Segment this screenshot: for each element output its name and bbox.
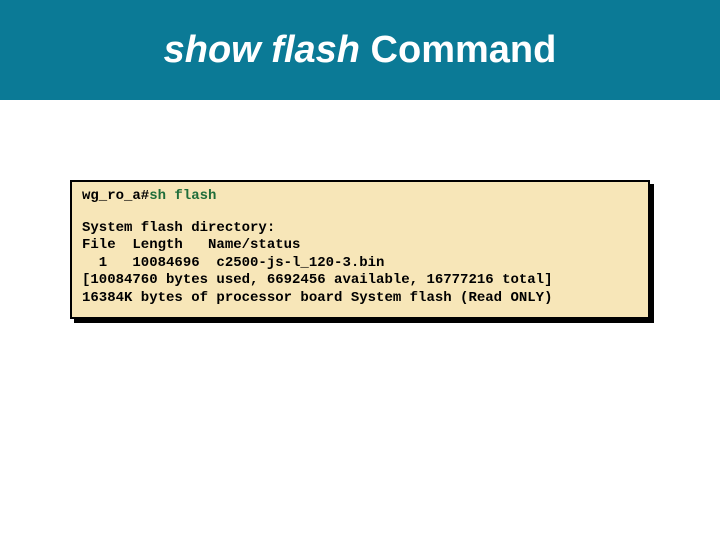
blank-line <box>82 206 638 220</box>
output-line: System flash directory: <box>82 220 275 236</box>
prompt-line: wg_ro_a#sh flash <box>82 188 638 206</box>
output-line: 1 10084696 c2500-js-l_120-3.bin <box>82 255 384 271</box>
terminal-output: wg_ro_a#sh flashSystem flash directory: … <box>70 180 650 319</box>
title-command: show flash <box>164 29 360 71</box>
title-word: Command <box>360 29 556 71</box>
output-line: [10084760 bytes used, 6692456 available,… <box>82 272 552 288</box>
terminal-frame: wg_ro_a#sh flashSystem flash directory: … <box>70 180 650 319</box>
title-bar: show flash Command <box>0 0 720 100</box>
prompt: wg_ro_a# <box>82 188 149 204</box>
output-line: File Length Name/status <box>82 237 300 253</box>
page-title: show flash Command <box>164 29 557 72</box>
output-line: 16384K bytes of processor board System f… <box>82 290 552 306</box>
typed-command: sh flash <box>149 188 216 204</box>
